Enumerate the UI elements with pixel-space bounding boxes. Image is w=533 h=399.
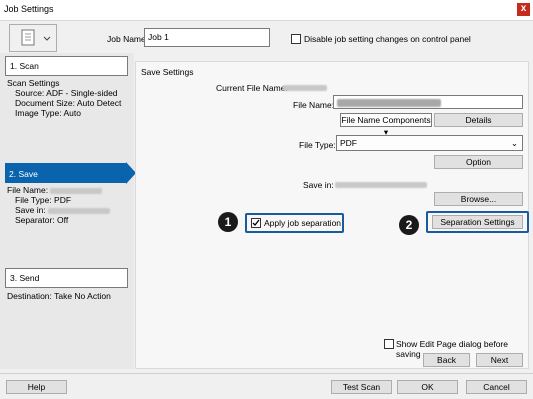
apply-job-separation-checkbox[interactable]	[251, 218, 261, 228]
show-edit-page-checkbox[interactable]	[384, 339, 394, 349]
file-name-components-label: File Name Components	[341, 115, 431, 125]
next-button[interactable]: Next	[476, 353, 523, 367]
scan-settings-heading: Scan Settings	[7, 78, 60, 88]
save-settings-title: Save Settings	[141, 67, 194, 77]
redacted-save-path	[48, 207, 111, 214]
step-send[interactable]: 3. Send	[5, 268, 128, 288]
close-button[interactable]: x	[517, 3, 530, 16]
chevron-down-icon	[43, 36, 51, 41]
help-button[interactable]: Help	[6, 380, 67, 394]
file-name-label: File Name:	[293, 100, 335, 110]
callout-1-badge: 1	[218, 212, 238, 232]
scan-details: Scan Settings Source: ADF - Single-sided…	[7, 78, 121, 118]
ok-button[interactable]: OK	[397, 380, 458, 394]
cancel-button[interactable]: Cancel	[466, 380, 527, 394]
document-icon	[21, 29, 51, 46]
window-title: Job Settings	[4, 4, 54, 14]
test-scan-button[interactable]: Test Scan	[331, 380, 392, 394]
scan-source: Source: ADF - Single-sided	[15, 88, 118, 98]
details-button[interactable]: Details	[434, 113, 523, 127]
file-type-select[interactable]: PDF ⌄	[336, 135, 523, 151]
file-type-value: PDF	[340, 138, 357, 148]
redacted-current-file-name	[283, 85, 327, 91]
step-save-label: 2. Save	[9, 169, 38, 179]
chevron-down-icon: ⌄	[510, 138, 518, 148]
scan-doc-size: Document Size: Auto Detect	[15, 98, 122, 108]
file-name-components-dropdown[interactable]: File Name Components ▾	[340, 113, 432, 137]
file-name-input[interactable]	[333, 95, 523, 109]
current-file-name-label: Current File Name:	[216, 83, 288, 93]
disable-job-changes-checkbox[interactable]	[291, 34, 301, 44]
save-details: File Name: File Type: PDF Save in: Separ…	[7, 185, 111, 225]
redacted-save-in-path	[335, 182, 427, 188]
save-file-type: File Type: PDF	[15, 195, 72, 205]
disable-job-changes-label: Disable job setting changes on control p…	[304, 34, 471, 44]
separation-settings-button[interactable]: Separation Settings	[432, 215, 523, 229]
job-name-label: Job Name	[107, 34, 146, 44]
title-bar	[0, 0, 533, 21]
file-type-label: File Type:	[299, 140, 336, 150]
save-in-label: Save in:	[303, 180, 334, 190]
redacted-file-name	[50, 187, 103, 194]
save-separator: Separator: Off	[15, 215, 69, 225]
callout-2-badge: 2	[399, 215, 419, 235]
save-in-label: Save in:	[15, 205, 46, 215]
back-button[interactable]: Back	[423, 353, 470, 367]
apply-job-separation-label: Apply job separation	[264, 218, 342, 228]
step-scan[interactable]: 1. Scan	[5, 56, 128, 76]
send-destination: Destination: Take No Action	[7, 291, 111, 301]
redacted-file-name-value	[337, 98, 441, 107]
checkmark-icon	[252, 219, 260, 226]
job-icon-button[interactable]	[9, 24, 57, 52]
footer-divider	[0, 373, 533, 374]
job-name-input[interactable]: Job 1	[144, 28, 270, 47]
browse-button[interactable]: Browse...	[434, 192, 523, 206]
save-file-name-label: File Name:	[7, 185, 49, 195]
scan-image-type: Image Type: Auto	[15, 108, 81, 118]
option-button[interactable]: Option	[434, 155, 523, 169]
